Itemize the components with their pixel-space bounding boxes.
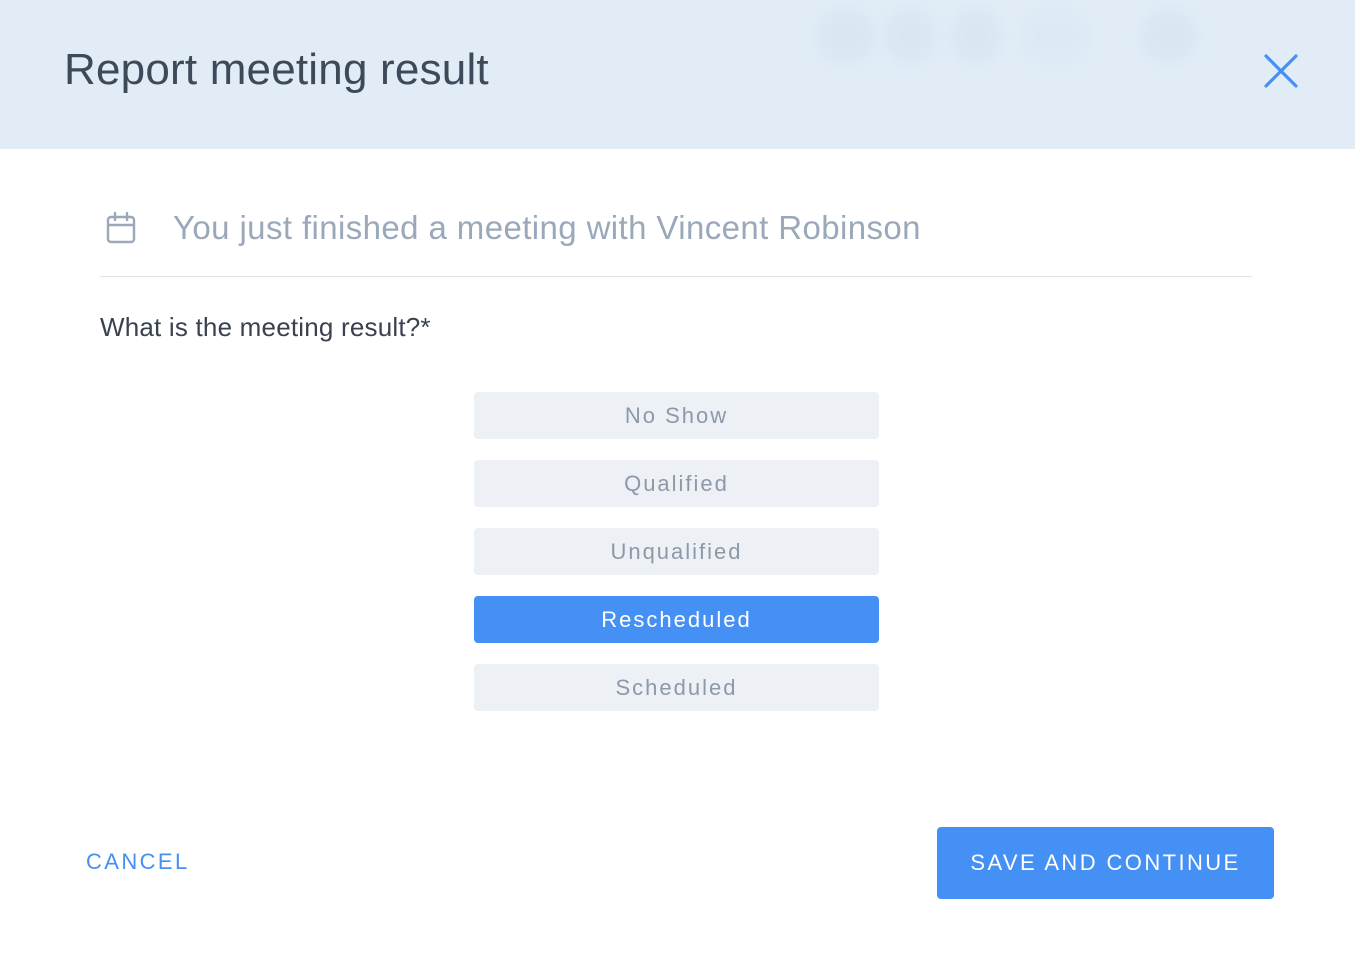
option-unqualified[interactable]: Unqualified [474, 528, 879, 575]
blurred-avatar [884, 8, 936, 64]
blurred-avatar [950, 8, 1002, 64]
blurred-avatar [816, 8, 876, 64]
close-button[interactable] [1258, 48, 1304, 94]
meeting-result-options: No Show Qualified Unqualified Reschedule… [474, 392, 879, 732]
option-qualified[interactable]: Qualified [474, 460, 879, 507]
meeting-info-row: You just finished a meeting with Vincent… [100, 190, 1252, 277]
option-no-show[interactable]: No Show [474, 392, 879, 439]
save-and-continue-button[interactable]: SAVE AND CONTINUE [937, 827, 1274, 899]
cancel-button[interactable]: CANCEL [86, 846, 190, 878]
calendar-icon [106, 212, 136, 244]
dialog-title: Report meeting result [64, 45, 489, 94]
option-scheduled[interactable]: Scheduled [474, 664, 879, 711]
close-icon[interactable] [1258, 48, 1304, 94]
blurred-avatar [1140, 8, 1198, 64]
meeting-info-text: You just finished a meeting with Vincent… [173, 209, 921, 246]
meeting-result-question: What is the meeting result?* [100, 312, 431, 342]
blurred-avatar [1020, 8, 1090, 64]
option-rescheduled[interactable]: Rescheduled [474, 596, 879, 643]
dialog-header: Report meeting result [0, 0, 1355, 149]
